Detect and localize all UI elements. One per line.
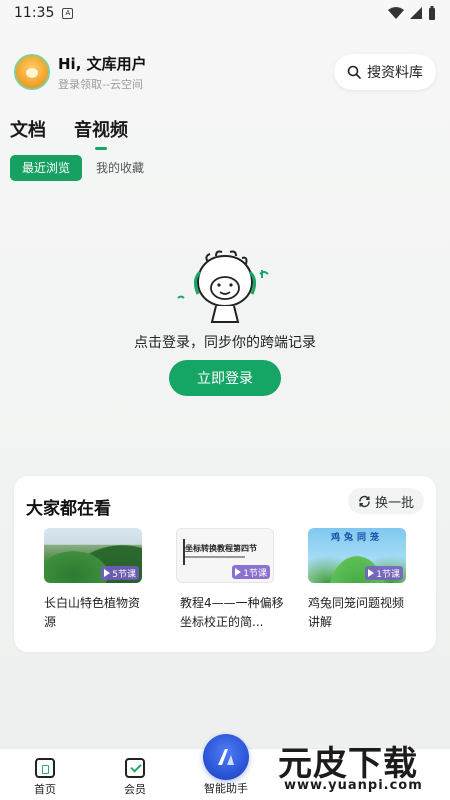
nav-vip-label: 会员 bbox=[124, 783, 146, 796]
assistant-label: 智能助手 bbox=[204, 782, 248, 795]
lesson-count-badge: 5节课 bbox=[101, 566, 139, 580]
recommend-card: 大家都在看 换一批 5节课 长白山特色植物资源 坐标转换教程第四节 1节课 教程… bbox=[14, 476, 436, 652]
user-info[interactable]: Hi, 文库用户 登录领取--云空间 bbox=[58, 53, 147, 92]
video-thumbnail[interactable]: 5节课 bbox=[44, 528, 142, 583]
status-time: 11:35 bbox=[14, 5, 55, 21]
search-button[interactable]: 搜资料库 bbox=[334, 54, 436, 90]
login-button[interactable]: 立即登录 bbox=[169, 360, 281, 396]
thumb-text: 鸡兔同笼 bbox=[330, 533, 383, 543]
search-label: 搜资料库 bbox=[367, 65, 423, 81]
refresh-button[interactable]: 换一批 bbox=[347, 488, 424, 514]
play-icon bbox=[368, 569, 375, 577]
video-thumbnail[interactable]: 鸡兔同笼 1节课 bbox=[308, 528, 406, 583]
tab-documents[interactable]: 文档 bbox=[10, 116, 46, 142]
ai-assistant-button[interactable] bbox=[203, 734, 249, 780]
main-tabs: 文档 音视频 bbox=[10, 116, 128, 150]
nav-vip[interactable]: 会员 bbox=[95, 749, 175, 797]
watermark-url: www.yuanpi.com bbox=[284, 778, 423, 793]
play-icon bbox=[235, 568, 242, 576]
status-icons bbox=[388, 6, 436, 20]
wifi-icon bbox=[388, 7, 404, 19]
nav-home[interactable]: 首页 bbox=[5, 749, 85, 797]
thumb-text: 坐标转换教程第四节 bbox=[185, 544, 257, 553]
assistant-icon bbox=[218, 749, 234, 765]
lion-mascot-illustration bbox=[177, 250, 269, 323]
refresh-icon bbox=[359, 495, 370, 507]
battery-icon bbox=[429, 6, 435, 20]
play-icon bbox=[104, 569, 111, 577]
nav-home-label: 首页 bbox=[34, 783, 56, 796]
sim-icon: A bbox=[62, 7, 74, 19]
empty-state-message: 点击登录，同步你的跨端记录 bbox=[134, 335, 316, 351]
lesson-count: 5节课 bbox=[112, 569, 136, 580]
refresh-label: 换一批 bbox=[374, 495, 414, 511]
search-icon bbox=[347, 65, 361, 79]
vip-icon bbox=[125, 758, 145, 778]
sub-tabs: 最近浏览 我的收藏 bbox=[10, 155, 148, 181]
lesson-count: 1节课 bbox=[243, 568, 267, 579]
lesson-count: 1节课 bbox=[376, 569, 400, 580]
lesson-count-badge: 1节课 bbox=[365, 566, 403, 580]
item-title[interactable]: 教程4——一种偏移坐标校正的简... bbox=[180, 594, 284, 632]
user-header: Hi, 文库用户 登录领取--云空间 搜资料库 bbox=[14, 52, 436, 92]
status-bar: 11:35 A bbox=[0, 0, 450, 26]
user-greeting: Hi, 文库用户 bbox=[58, 54, 147, 73]
watermark: 元皮下载 www.yuanpi.com bbox=[270, 718, 450, 800]
subtab-recent[interactable]: 最近浏览 bbox=[10, 155, 83, 181]
recommend-title: 大家都在看 bbox=[26, 499, 111, 519]
subtab-favorites[interactable]: 我的收藏 bbox=[92, 155, 148, 181]
lesson-count-badge: 1节课 bbox=[232, 565, 270, 579]
tab-audio-video[interactable]: 音视频 bbox=[74, 116, 128, 150]
signal-icon bbox=[410, 7, 422, 19]
item-title[interactable]: 长白山特色植物资源 bbox=[44, 594, 148, 632]
user-subtitle: 登录领取--云空间 bbox=[58, 77, 143, 91]
video-thumbnail[interactable]: 坐标转换教程第四节 1节课 bbox=[176, 528, 274, 583]
item-title[interactable]: 鸡兔同笼问题视频讲解 bbox=[308, 594, 412, 632]
avatar[interactable] bbox=[14, 54, 50, 90]
doc-line bbox=[185, 556, 245, 558]
home-icon bbox=[35, 758, 55, 778]
